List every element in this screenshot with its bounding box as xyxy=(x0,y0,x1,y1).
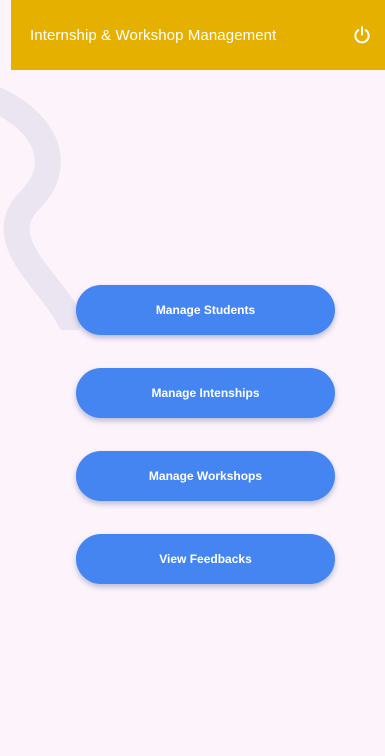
manage-workshops-button[interactable]: Manage Workshops xyxy=(76,451,335,501)
manage-students-button[interactable]: Manage Students xyxy=(76,285,335,335)
manage-internships-button[interactable]: Manage Intenships xyxy=(76,368,335,418)
menu-actions: Manage Students Manage Intenships Manage… xyxy=(0,0,385,756)
admin-home-screen: Internship & Workshop Management Manage … xyxy=(0,0,385,756)
view-feedbacks-button[interactable]: View Feedbacks xyxy=(76,534,335,584)
